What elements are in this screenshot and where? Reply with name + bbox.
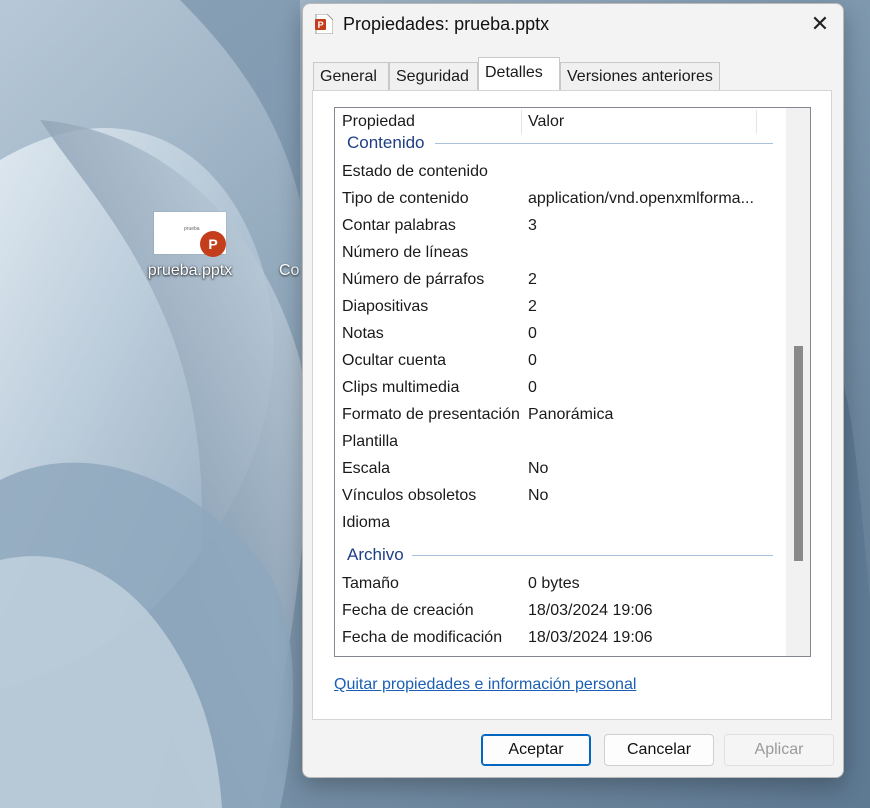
property-value: No xyxy=(528,487,549,504)
thumbnail-text: prueba xyxy=(184,226,200,232)
property-name: Estado de contenido xyxy=(342,163,488,180)
property-value: Panorámica xyxy=(528,406,614,423)
pptx-thumbnail: prueba P xyxy=(154,212,226,257)
close-icon: ✕ xyxy=(810,11,830,36)
properties-dialog: P Propiedades: prueba.pptx ✕ General Seg… xyxy=(302,3,844,778)
desktop-file-icon[interactable]: prueba P prueba.pptx xyxy=(140,210,240,280)
desktop-partial-label[interactable]: Co xyxy=(279,262,299,280)
desktop-file-label: prueba.pptx xyxy=(147,262,233,279)
property-name: Número de líneas xyxy=(342,244,469,261)
tab-label: Seguridad xyxy=(396,68,469,85)
properties-list[interactable]: Propiedad Valor Contenido Estado de cont… xyxy=(334,107,811,657)
svg-text:P: P xyxy=(318,20,324,30)
powerpoint-file-icon: P xyxy=(315,14,333,34)
property-name: Notas xyxy=(342,325,384,342)
column-separator[interactable] xyxy=(756,110,757,134)
property-name: Formato de presentación xyxy=(342,406,520,423)
group-header-contenido: Contenido xyxy=(347,133,425,152)
property-name: Tipo de contenido xyxy=(342,190,469,207)
property-row[interactable]: Tipo de contenido application/vnd.openxm… xyxy=(342,185,782,212)
tab-detalles[interactable]: Detalles xyxy=(478,57,560,90)
powerpoint-badge-letter: P xyxy=(208,236,218,252)
property-value: No xyxy=(528,460,549,477)
details-tab-panel: Propiedad Valor Contenido Estado de cont… xyxy=(312,90,832,720)
tab-general[interactable]: General xyxy=(313,62,389,90)
column-header-value[interactable]: Valor xyxy=(528,108,564,136)
group-divider xyxy=(412,555,773,556)
group-divider xyxy=(435,143,773,144)
property-row[interactable]: Fecha de creación 18/03/2024 19:06 xyxy=(342,597,782,624)
property-row[interactable]: Notas 0 xyxy=(342,320,782,347)
property-name: Ocultar cuenta xyxy=(342,352,447,369)
ok-button[interactable]: Aceptar xyxy=(481,734,591,766)
property-name: Contar palabras xyxy=(342,217,456,234)
property-name: Diapositivas xyxy=(342,298,429,315)
property-row[interactable]: Formato de presentación Panorámica xyxy=(342,401,782,428)
property-value: 0 xyxy=(528,379,537,396)
property-value: 2 xyxy=(528,298,537,315)
property-row[interactable]: Escala No xyxy=(342,455,782,482)
property-value: 18/03/2024 19:06 xyxy=(528,602,653,619)
tab-seguridad[interactable]: Seguridad xyxy=(389,62,478,90)
list-header: Propiedad Valor xyxy=(335,108,788,136)
close-button[interactable]: ✕ xyxy=(797,4,843,44)
property-name: Fecha de modificación xyxy=(342,629,503,646)
property-name: Número de párrafos xyxy=(342,271,485,288)
property-row[interactable]: Estado de contenido xyxy=(342,158,782,185)
property-name: Escala xyxy=(342,460,391,477)
tab-label: General xyxy=(320,68,377,85)
property-name: Clips multimedia xyxy=(342,379,460,396)
powerpoint-icon: P xyxy=(200,231,226,257)
property-row[interactable]: Contar palabras 3 xyxy=(342,212,782,239)
title-bar[interactable]: P Propiedades: prueba.pptx ✕ xyxy=(303,4,843,46)
property-row[interactable]: Ocultar cuenta 0 xyxy=(342,347,782,374)
property-row[interactable]: Plantilla xyxy=(342,428,782,455)
property-row[interactable]: Número de líneas xyxy=(342,239,782,266)
property-value: 0 xyxy=(528,325,537,342)
property-row[interactable]: Número de párrafos 2 xyxy=(342,266,782,293)
property-row[interactable]: Clips multimedia 0 xyxy=(342,374,782,401)
property-value: 2 xyxy=(528,271,537,288)
property-value: application/vnd.openxmlforma... xyxy=(528,190,754,207)
tab-label: Versiones anteriores xyxy=(567,68,713,85)
property-name: Plantilla xyxy=(342,433,399,450)
property-value: 0 xyxy=(528,352,537,369)
property-row[interactable]: Idioma xyxy=(342,509,782,536)
property-row[interactable]: Vínculos obsoletos No xyxy=(342,482,782,509)
property-row[interactable]: Fecha de modificación 18/03/2024 19:06 xyxy=(342,624,782,651)
column-header-property[interactable]: Propiedad xyxy=(342,108,415,136)
property-row[interactable]: Diapositivas 2 xyxy=(342,293,782,320)
property-name: Fecha de creación xyxy=(342,602,474,619)
property-value: 3 xyxy=(528,217,537,234)
remove-properties-link[interactable]: Quitar propiedades e información persona… xyxy=(334,676,636,694)
column-separator[interactable] xyxy=(521,110,522,134)
property-name: Tamaño xyxy=(342,575,399,592)
apply-button[interactable]: Aplicar xyxy=(724,734,834,766)
vertical-scrollbar[interactable] xyxy=(786,108,810,656)
property-value: 18/03/2024 19:06 xyxy=(528,629,653,646)
property-row[interactable]: Tamaño 0 bytes xyxy=(342,570,782,597)
tab-label: Detalles xyxy=(485,64,543,81)
group-header-archivo: Archivo xyxy=(347,545,404,564)
property-value: 0 bytes xyxy=(528,575,580,592)
property-name: Vínculos obsoletos xyxy=(342,487,477,504)
scrollbar-thumb[interactable] xyxy=(794,346,803,561)
dialog-title: Propiedades: prueba.pptx xyxy=(343,14,550,34)
property-name: Idioma xyxy=(342,514,391,531)
cancel-button[interactable]: Cancelar xyxy=(604,734,714,766)
tab-versiones-anteriores[interactable]: Versiones anteriores xyxy=(560,62,720,90)
